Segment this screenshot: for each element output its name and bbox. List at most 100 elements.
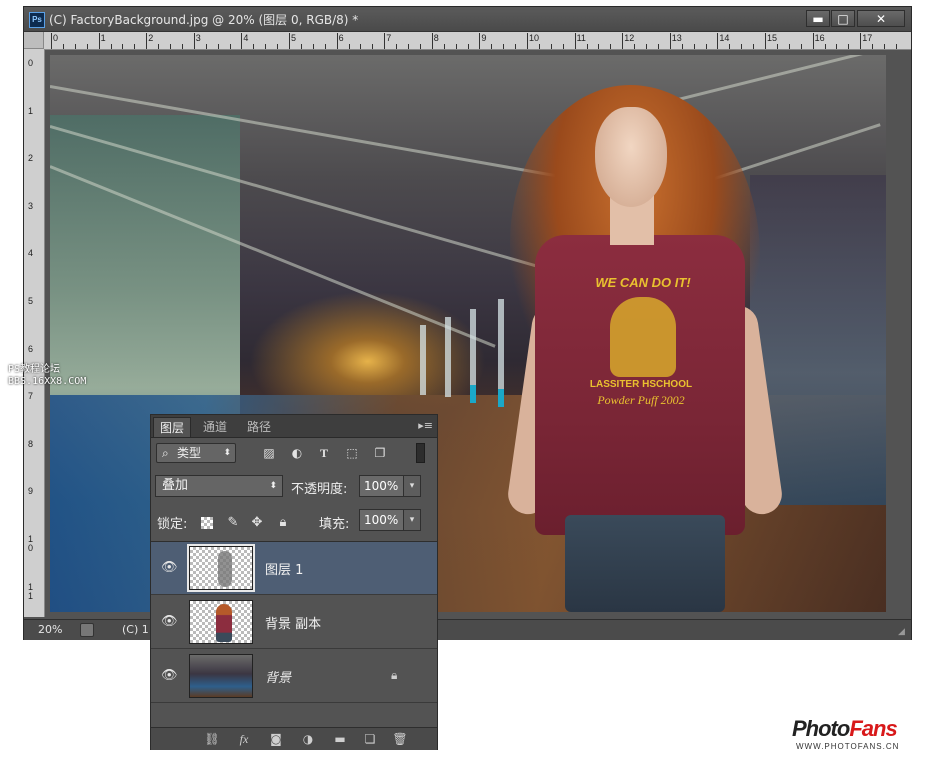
vertical-ruler[interactable]: 0 1 2 3 4 5 6 7 8 9 1 0 1 1 (24, 49, 45, 617)
maximize-button[interactable]: □ (831, 10, 855, 27)
folder-icon[interactable]: ▬ (331, 731, 349, 747)
ruler-tick (86, 44, 88, 49)
filter-toggle-switch[interactable] (416, 443, 425, 463)
eye-icon[interactable]: 👁︎ (161, 669, 178, 683)
resize-grip-icon[interactable]: ◢ (898, 627, 908, 637)
ruler-tick (729, 44, 731, 49)
woman-thumbnail (216, 604, 232, 642)
layer-row-background-copy[interactable]: 👁︎ 背景 副本 (151, 596, 437, 649)
layer-list: 👁︎ 图层 1 👁︎ 背景 副本 👁︎ 背景 🔒︎ (151, 541, 437, 710)
ruler-tick (765, 33, 766, 49)
smart-object-filter-icon[interactable]: ❐ (372, 446, 388, 460)
pillar (445, 317, 451, 397)
minimize-button[interactable]: ▬ (806, 10, 830, 27)
panel-menu-icon[interactable]: ▸≡ (418, 419, 433, 432)
lock-position-move-icon[interactable]: ✥ (249, 515, 265, 531)
tab-layers[interactable]: 图层 (153, 417, 192, 437)
lock-all-icon[interactable]: 🔒︎ (275, 515, 291, 531)
ruler-tick (788, 44, 790, 49)
layer-row-background[interactable]: 👁︎ 背景 🔒︎ (151, 650, 437, 703)
ruler-tick (277, 44, 279, 49)
blend-mode-select[interactable]: 叠加 ⬍ (155, 475, 283, 497)
ruler-tick (312, 44, 314, 49)
status-info-icon[interactable] (80, 623, 94, 637)
tab-paths[interactable]: 路径 (241, 417, 277, 437)
ruler-tick (848, 44, 850, 49)
ruler-tick (170, 44, 171, 49)
mask-icon[interactable]: ◙ (267, 731, 285, 747)
ruler-origin[interactable] (24, 32, 44, 49)
layers-panel: 图层 通道 路径 ▸≡ ⌕ 类型 ⬍ ▨ ◐ T ⬚ ❐ 叠加 ⬍ 不透明度: … (150, 414, 438, 750)
ruler-top-label: 16 (814, 33, 825, 43)
layer-row-layer-1[interactable]: 👁︎ 图层 1 (151, 542, 437, 595)
ruler-tick (253, 44, 255, 49)
title-bar[interactable]: Ps (C) FactoryBackground.jpg @ 20% (图层 0… (24, 7, 911, 32)
ruler-tick (895, 44, 897, 49)
layer-name[interactable]: 背景 (265, 667, 291, 686)
trash-icon[interactable]: 🗑︎ (391, 731, 409, 747)
new-layer-icon[interactable]: ❏ (361, 731, 379, 747)
layer-name[interactable]: 图层 1 (265, 559, 303, 578)
layer-thumbnail[interactable] (187, 544, 255, 592)
ruler-tick (884, 44, 885, 49)
ruler-left-label: 5 (28, 296, 34, 306)
ruler-top-label: 8 (433, 33, 439, 43)
ruler-tick (134, 44, 136, 49)
ruler-tick (741, 44, 743, 49)
fill-dropdown-button[interactable]: ▾ (403, 509, 421, 531)
jeans (565, 515, 725, 612)
close-button[interactable]: ✕ (857, 10, 905, 27)
opacity-dropdown-button[interactable]: ▾ (403, 475, 421, 497)
updown-arrow-icon: ⬍ (223, 448, 231, 458)
ruler-tick (396, 44, 398, 49)
adjustment-filter-icon[interactable]: ◐ (289, 446, 305, 460)
status-doc-info: (C) 1 (122, 623, 149, 636)
face (595, 107, 667, 207)
ruler-tick (800, 44, 802, 49)
filter-kind-select[interactable]: ⌕ 类型 ⬍ (156, 443, 236, 463)
logo-url: WWW.PHOTOFANS.CN (796, 742, 900, 751)
lock-transparency-icon[interactable] (201, 517, 213, 529)
pixel-filter-icon[interactable]: ▨ (261, 446, 277, 460)
tab-channels[interactable]: 通道 (197, 417, 233, 437)
ruler-left-label: 1 0 (28, 534, 34, 553)
logo-wordmark: PhotoFans (792, 716, 898, 742)
ruler-tick (503, 44, 505, 49)
layer-name[interactable]: 背景 副本 (265, 613, 321, 632)
shirt-year: Powder Puff 2002 (597, 393, 685, 407)
zoom-level[interactable]: 20% (38, 623, 62, 636)
adjustment-icon[interactable]: ◑ (299, 731, 317, 747)
ruler-left-label: 8 (28, 438, 34, 449)
ruler-left-label: 2 (28, 153, 34, 164)
panel-tabs: 图层 通道 路径 ▸≡ (151, 415, 437, 438)
eye-icon[interactable]: 👁︎ (161, 561, 178, 575)
ruler-tick (574, 33, 576, 49)
updown-arrow-icon: ⬍ (269, 481, 277, 491)
shape-filter-icon[interactable]: ⬚ (344, 446, 360, 460)
shirt-school: LASSITER HSCHOOL (589, 379, 693, 390)
type-filter-icon[interactable]: T (316, 446, 332, 460)
lock-row: 锁定: ✎ ✥ 🔒︎ 填充: 100% ▾ (151, 507, 437, 537)
horizontal-ruler[interactable]: 0 1 2 3 4 5 6 7 8 9 10 11 12 13 14 15 16 17 (44, 32, 911, 50)
ruler-tick (122, 44, 124, 49)
eye-icon[interactable]: 👁︎ (161, 615, 178, 629)
ruler-tick (646, 44, 647, 49)
document-title: (C) FactoryBackground.jpg @ 20% (图层 0, R… (49, 13, 359, 27)
logo-fans-text: Fans (849, 716, 897, 741)
shirt-slogan: WE CAN DO IT! (595, 275, 691, 290)
layer-thumbnail[interactable] (189, 654, 253, 698)
ruler-tick (467, 44, 469, 49)
ruler-tick (812, 33, 814, 49)
ruler-tick (515, 44, 517, 49)
layer-thumbnail[interactable] (189, 600, 253, 644)
ruler-top-label: 13 (671, 33, 682, 43)
lock-pixels-brush-icon[interactable]: ✎ (225, 515, 241, 531)
blend-mode-value: 叠加 (162, 478, 189, 493)
fill-label: 填充: (319, 517, 350, 532)
fx-icon[interactable]: fx (235, 731, 253, 747)
ruler-top-label: 15 (767, 33, 778, 43)
ruler-tick (348, 44, 350, 49)
link-icon[interactable]: ⛓ (203, 731, 221, 747)
lock-label: 锁定: (157, 517, 188, 532)
ruler-tick (717, 33, 719, 49)
